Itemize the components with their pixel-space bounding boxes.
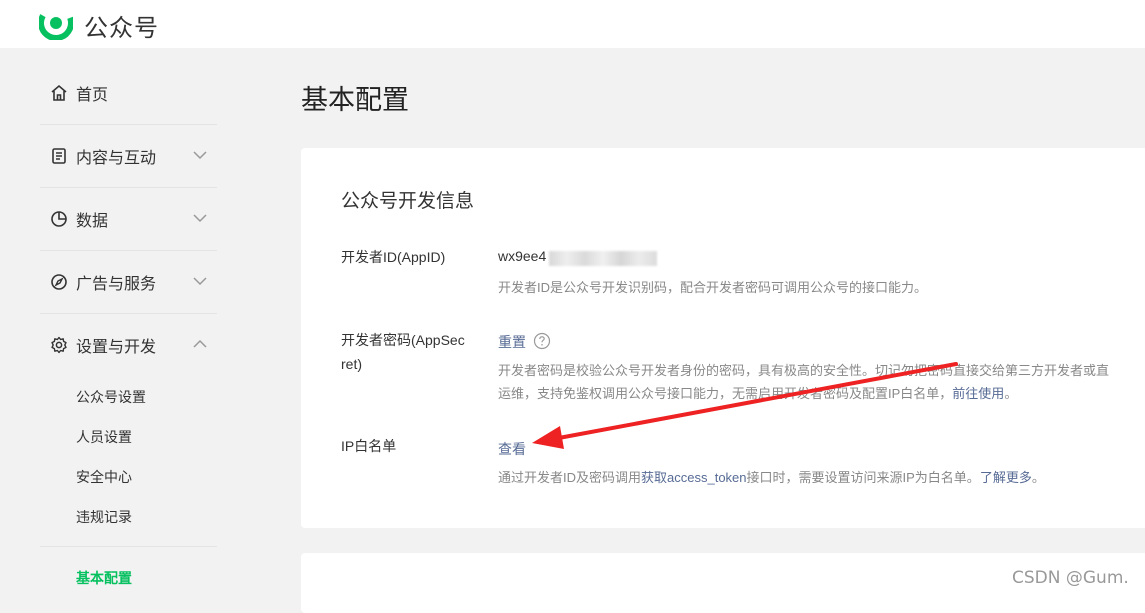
chevron-down-icon[interactable] xyxy=(193,148,207,162)
sidebar-item-content[interactable]: 内容与互动 xyxy=(40,125,217,187)
watermark: CSDN @Gum. xyxy=(1012,568,1129,588)
view-ip-whitelist-link[interactable]: 查看 xyxy=(498,439,526,459)
document-icon xyxy=(52,148,66,164)
desc-text: 。 xyxy=(1031,470,1045,485)
app-title: 公众号 xyxy=(84,15,159,42)
divider xyxy=(40,546,217,547)
sidebar-subitem-basic-config[interactable]: 基本配置 xyxy=(76,568,132,588)
home-icon xyxy=(51,84,67,101)
chevron-down-icon[interactable] xyxy=(193,274,207,288)
wechat-official-account-logo-icon[interactable] xyxy=(39,6,73,40)
top-bar: 公众号 xyxy=(0,0,1145,48)
sidebar: 首页 内容与互动 数据 广告与服务 设置与开发 公众号设置 人员设置 安全中心 … xyxy=(0,48,240,595)
sidebar-item-label: 广告与服务 xyxy=(76,276,157,293)
desc-text: 通过开发者ID及密码调用 xyxy=(498,470,642,485)
sidebar-item-home[interactable]: 首页 xyxy=(40,62,217,124)
appsecret-label-line2: ret) xyxy=(341,356,362,372)
sidebar-subitem-violation-records[interactable]: 违规记录 xyxy=(76,507,132,527)
sidebar-item-data[interactable]: 数据 xyxy=(40,188,217,250)
appsecret-label-line1: 开发者密码(AppSec xyxy=(341,332,465,348)
pie-chart-icon xyxy=(51,211,67,227)
sidebar-subitem-account-settings[interactable]: 公众号设置 xyxy=(76,387,146,407)
sidebar-item-label: 首页 xyxy=(76,87,109,104)
desc-text: 接口时，需要设置访问来源IP为白名单。 xyxy=(746,470,980,485)
sidebar-item-label: 设置与开发 xyxy=(76,339,157,356)
page-title: 基本配置 xyxy=(301,85,409,115)
compass-icon xyxy=(51,274,67,290)
sidebar-item-ads[interactable]: 广告与服务 xyxy=(40,251,217,313)
reset-secret-link[interactable]: 重置 xyxy=(498,332,526,352)
appid-description: 开发者ID是公众号开发识别码，配合开发者密码可调用公众号的接口能力。 xyxy=(498,280,928,295)
sidebar-subitem-staff-settings[interactable]: 人员设置 xyxy=(76,427,132,447)
ip-whitelist-label: IP白名单 xyxy=(341,438,397,454)
appsecret-description-line1: 开发者密码是校验公众号开发者身份的密码，具有极高的安全性。切记勿把密码直接交给第… xyxy=(498,363,1110,378)
sidebar-subitem-security-center[interactable]: 安全中心 xyxy=(76,467,132,487)
sidebar-item-settings[interactable]: 设置与开发 xyxy=(40,314,217,376)
gear-icon xyxy=(51,336,67,354)
appid-label: 开发者ID(AppID) xyxy=(341,249,446,265)
sidebar-item-label: 内容与互动 xyxy=(76,150,157,167)
desc-text: 运维，支持免鉴权调用公众号接口能力，无需启用开发者密码及配置IP白名单， xyxy=(498,386,953,401)
get-access-token-link[interactable]: 获取access_token xyxy=(641,470,747,485)
section-title: 公众号开发信息 xyxy=(341,191,475,212)
learn-more-link[interactable]: 了解更多 xyxy=(980,470,1032,485)
appsecret-description-line2: 运维，支持免鉴权调用公众号接口能力，无需启用开发者密码及配置IP白名单，前往使用… xyxy=(498,382,1017,406)
dev-info-card: 公众号开发信息 开发者ID(AppID) wx9ee4 开发者ID是公众号开发识… xyxy=(301,148,1145,528)
sidebar-item-label: 数据 xyxy=(76,213,109,230)
appsecret-label: 开发者密码(AppSec ret) xyxy=(341,328,473,376)
desc-text: 。 xyxy=(1004,386,1018,401)
chevron-down-icon[interactable] xyxy=(193,211,207,225)
appid-redacted-mask xyxy=(549,251,657,266)
chevron-up-icon[interactable] xyxy=(193,337,207,351)
question-circle-icon[interactable] xyxy=(533,332,551,350)
go-use-link[interactable]: 前往使用 xyxy=(952,386,1004,401)
ip-whitelist-description: 通过开发者ID及密码调用获取access_token接口时，需要设置访问来源IP… xyxy=(498,466,1045,490)
appid-value: wx9ee4 xyxy=(498,248,547,264)
